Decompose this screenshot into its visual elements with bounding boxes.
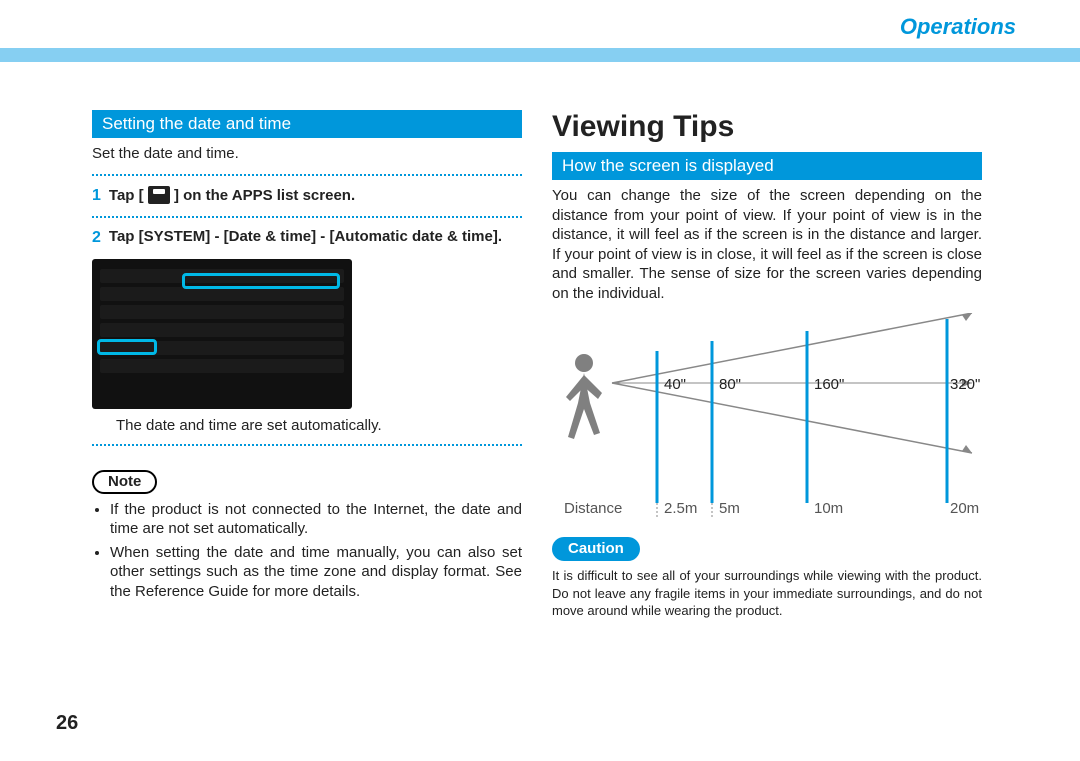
distance-label: Distance [564,500,622,517]
separator [92,216,522,218]
dist-b: 5m [719,500,740,517]
separator [92,174,522,176]
step-2: 2 Tap [SYSTEM] - [Date & time] - [Automa… [92,228,522,247]
after-screenshot-text: The date and time are set automatically. [116,417,522,434]
caution-label: Caution [552,537,640,561]
step-1-post: ] on the APPS list screen. [174,186,355,203]
note-label: Note [92,470,157,494]
page-number: 26 [56,712,78,735]
caution-text: It is difficult to see all of your surro… [552,567,982,620]
step-1-text: Tap [ ] on the APPS list screen. [109,186,355,206]
dist-d: 20m [950,500,979,517]
section-setting-date: Setting the date and time [92,110,522,138]
page-content: Setting the date and time Set the date a… [92,110,992,620]
step-1: 1 Tap [ ] on the APPS list screen. [92,186,522,206]
separator [92,444,522,446]
section-header: Operations [900,14,1016,40]
step-2-text: Tap [SYSTEM] - [Date & time] - [Automati… [109,228,502,245]
size-40: 40" [664,376,686,393]
intro-text: Set the date and time. [92,144,522,164]
left-column: Setting the date and time Set the date a… [92,110,522,620]
size-80: 80" [719,376,741,393]
size-320: 320" [950,376,980,393]
settings-icon [148,186,170,204]
person-icon [566,354,602,439]
dist-c: 10m [814,500,843,517]
highlight-automatic-date [182,273,340,289]
step-number: 2 [92,229,101,247]
step-number: 1 [92,187,101,205]
step-1-pre: Tap [ [109,186,144,203]
note-item: If the product is not connected to the I… [110,500,522,539]
size-160: 160" [814,376,844,393]
dist-a: 2.5m [664,500,697,517]
highlight-system [97,339,157,355]
header-bar [0,48,1080,62]
viewing-tips-title: Viewing Tips [552,110,982,144]
section-screen-display: How the screen is displayed [552,152,982,180]
settings-screenshot [92,259,352,409]
right-column: Viewing Tips How the screen is displayed… [552,110,982,620]
viewing-diagram: 40" 80" 160" 320" Distance 2.5m 5m 10m 2… [552,313,982,523]
screen-paragraph: You can change the size of the screen de… [552,186,982,303]
note-list: If the product is not connected to the I… [92,500,522,602]
note-item: When setting the date and time manually,… [110,543,522,602]
